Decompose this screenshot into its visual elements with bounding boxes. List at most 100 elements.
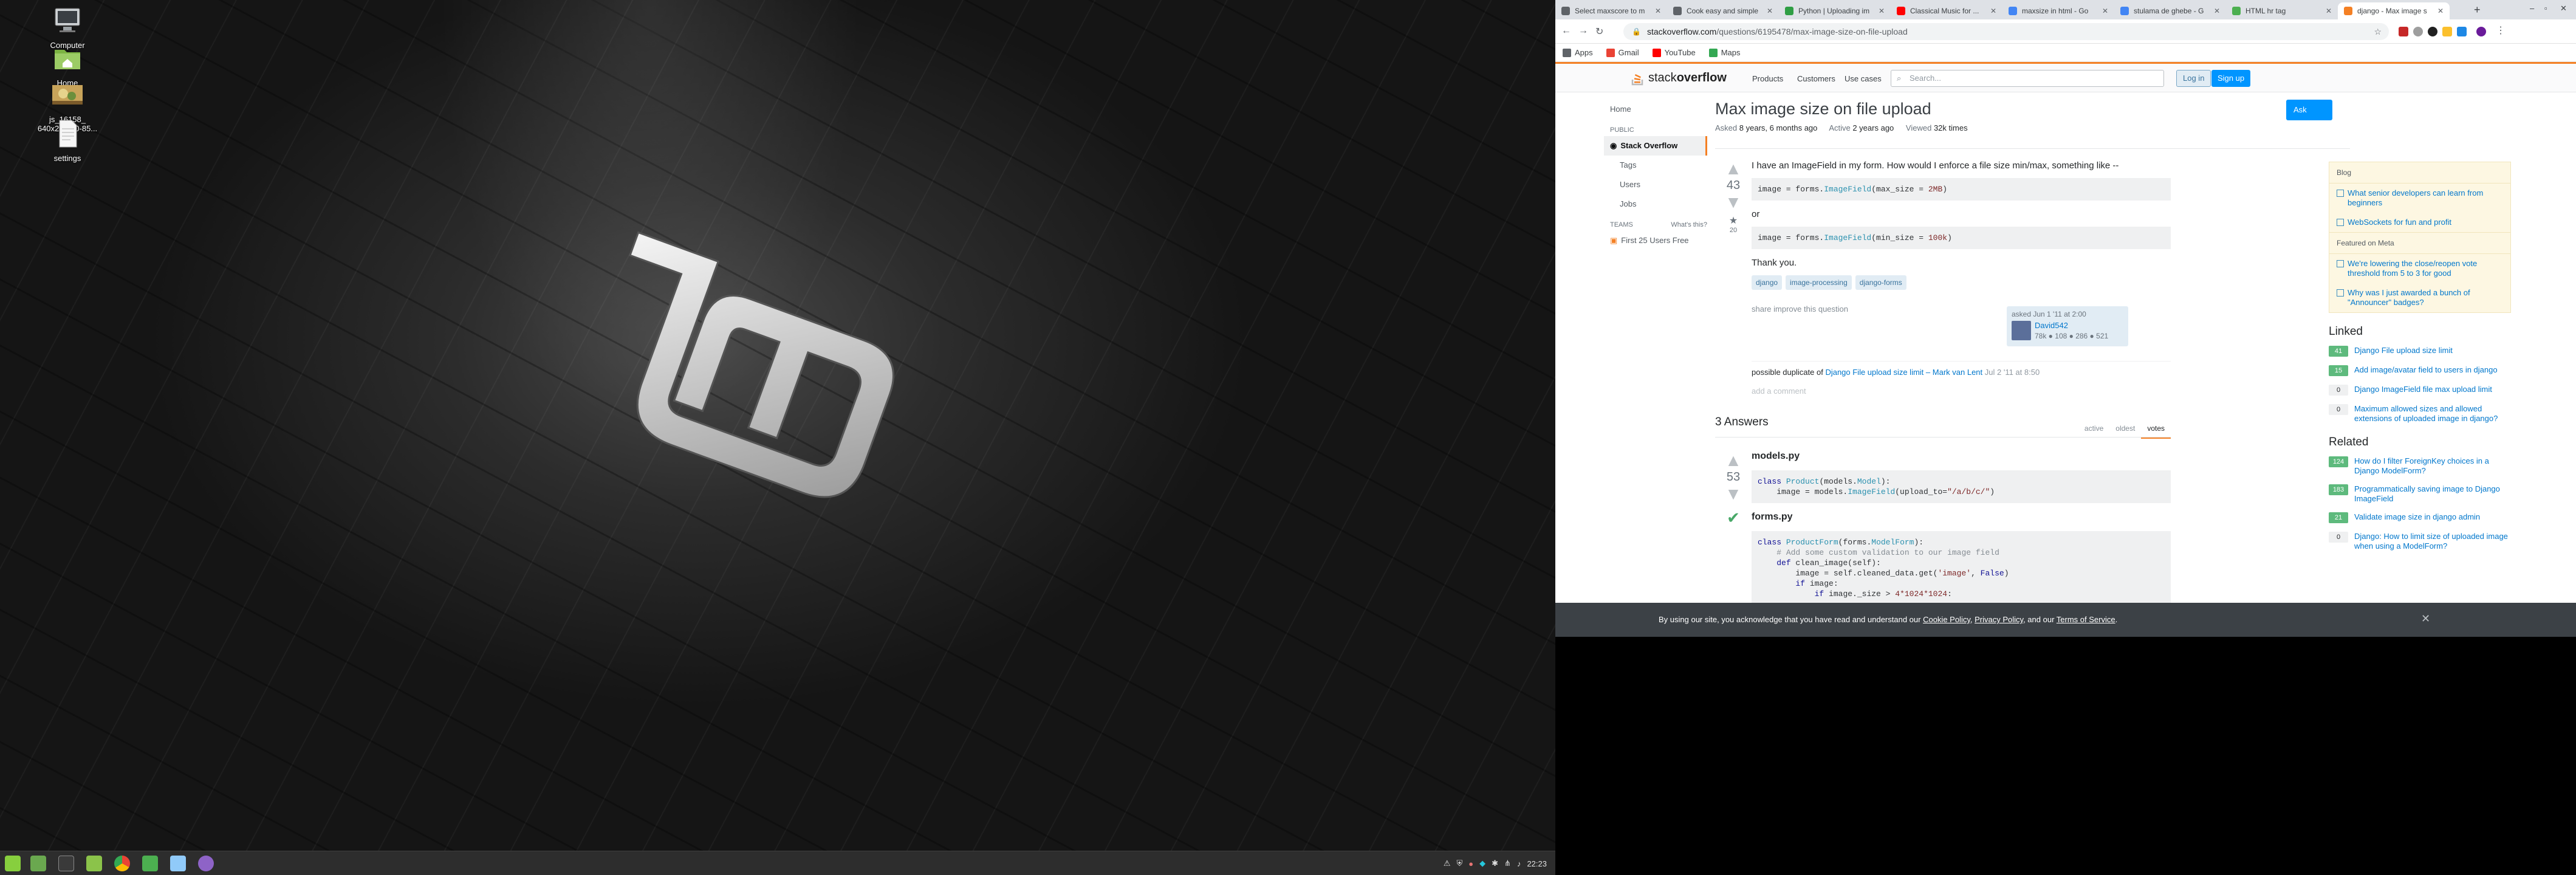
linked-item[interactable]: 0 Maximum allowed sizes and allowed exten… — [2329, 404, 2511, 424]
tab-close-icon[interactable]: ✕ — [1655, 7, 1661, 15]
tab-close-icon[interactable]: ✕ — [2326, 7, 2332, 15]
app-icon[interactable] — [142, 856, 158, 871]
linked-link[interactable]: Add image/avatar field to users in djang… — [2354, 365, 2498, 376]
related-item[interactable]: 183 Programmatically saving image to Djan… — [2329, 484, 2511, 504]
extension-icon[interactable] — [2428, 27, 2437, 36]
related-item[interactable]: 0 Django: How to limit size of uploaded i… — [2329, 532, 2511, 551]
blog-item[interactable]: WebSockets for fun and profit — [2329, 213, 2510, 232]
forward-icon[interactable]: → — [1578, 26, 1588, 36]
maximize-icon[interactable]: ▫ — [2544, 4, 2547, 13]
linked-item[interactable]: 0 Django ImageField file max upload limit — [2329, 385, 2511, 396]
sort-tab-oldest[interactable]: oldest — [2109, 419, 2141, 439]
extension-icon[interactable] — [2457, 27, 2467, 36]
related-link[interactable]: Programmatically saving image to Django … — [2354, 484, 2511, 504]
github-icon[interactable] — [198, 856, 214, 871]
shield-icon[interactable]: ⛨ — [1457, 859, 1463, 868]
app-indicator-icon[interactable]: ● — [1468, 859, 1473, 868]
sort-tab-votes[interactable]: votes — [2141, 419, 2171, 439]
browser-tab[interactable]: Classical Music for ... ✕ — [1891, 2, 2002, 19]
browser-tab[interactable]: maxsize in html - Go ✕ — [2002, 2, 2114, 19]
upvote-icon[interactable]: ▲ — [1721, 452, 1745, 469]
search-input[interactable]: ⌕ Search... — [1891, 70, 2164, 87]
close-icon[interactable]: ✕ — [2421, 612, 2430, 625]
related-item[interactable]: 21 Validate image size in django admin — [2329, 512, 2511, 523]
browser-tab[interactable]: stulama de ghebe - G ✕ — [2114, 2, 2226, 19]
privacy-policy-link[interactable]: Privacy Policy — [1975, 615, 2023, 624]
minimize-icon[interactable]: – — [2530, 4, 2534, 13]
bluetooth-icon[interactable]: ✱ — [1492, 859, 1498, 868]
menu-kebab-icon[interactable]: ⋮ — [2496, 24, 2506, 36]
browser-tab[interactable]: Cook easy and simple ✕ — [1667, 2, 1779, 19]
tab-close-icon[interactable]: ✕ — [2102, 7, 2108, 15]
bookmark-youtube[interactable]: YouTube — [1652, 48, 1696, 57]
terminal-icon[interactable] — [58, 856, 74, 871]
nav-home[interactable]: Home — [1604, 100, 1707, 119]
tab-close-icon[interactable]: ✕ — [2214, 7, 2220, 15]
upvote-icon[interactable]: ▲ — [1721, 160, 1745, 177]
meta-item[interactable]: Why was I just awarded a bunch of "Annou… — [2329, 283, 2510, 312]
linked-item[interactable]: 15 Add image/avatar field to users in dja… — [2329, 365, 2511, 376]
meta-value[interactable]: 2 years ago — [1852, 123, 1894, 132]
ask-question-button[interactable]: Ask Question — [2286, 100, 2333, 135]
browser-tab-active[interactable]: django - Max image s ✕ — [2338, 2, 2450, 19]
new-tab-icon[interactable]: + — [2474, 4, 2481, 16]
tag[interactable]: django — [1752, 275, 1783, 290]
terms-link[interactable]: Terms of Service — [2057, 615, 2115, 624]
clock[interactable]: 22:23 — [1527, 859, 1547, 868]
signup-button[interactable]: Sign up — [2211, 70, 2251, 87]
nav-products[interactable]: Products — [1752, 74, 1783, 83]
related-link[interactable]: Django: How to limit size of uploaded im… — [2354, 532, 2511, 551]
nav-use-cases[interactable]: Use cases — [1845, 74, 1882, 83]
user-name[interactable]: David542 — [2035, 321, 2068, 330]
nav-first-25-free[interactable]: ▣ First 25 Users Free — [1604, 231, 1707, 250]
extension-icon[interactable] — [2399, 27, 2408, 36]
comment-link[interactable]: Django File upload size limit — [1825, 368, 1923, 377]
related-link[interactable]: How do I filter ForeignKey choices in a … — [2354, 456, 2511, 476]
sort-tab-active[interactable]: active — [2078, 419, 2109, 439]
bookmark-gmail[interactable]: Gmail — [1606, 48, 1639, 57]
window-icon[interactable] — [170, 856, 186, 871]
address-bar[interactable]: 🔒 stackoverflow.com/questions/6195478/ma… — [1623, 23, 2389, 40]
whats-this-link[interactable]: What's this? — [1671, 219, 1707, 231]
bookmark-star-icon[interactable]: ☆ — [2374, 27, 2382, 37]
related-item[interactable]: 124 How do I filter ForeignKey choices in… — [2329, 456, 2511, 476]
so-logo[interactable]: stackoverflow — [1631, 70, 1727, 86]
bookmark-apps[interactable]: Apps — [1563, 48, 1593, 57]
login-button[interactable]: Log in — [2176, 70, 2211, 87]
linked-link[interactable]: Maximum allowed sizes and allowed extens… — [2354, 404, 2511, 424]
volume-icon[interactable]: ♪ — [1517, 859, 1521, 868]
close-window-icon[interactable]: ✕ — [2560, 4, 2567, 13]
files-icon[interactable] — [86, 856, 102, 871]
desktop-icon-settings[interactable]: settings — [34, 119, 101, 163]
nav-jobs[interactable]: Jobs — [1604, 194, 1707, 214]
network-tree-icon[interactable]: ⋔ — [1504, 859, 1511, 868]
network-icon[interactable]: ◆ — [1479, 859, 1485, 868]
meta-item[interactable]: We're lowering the close/reopen vote thr… — [2329, 254, 2510, 283]
nav-users[interactable]: Users — [1604, 175, 1707, 194]
bookmark-maps[interactable]: Maps — [1708, 48, 1740, 57]
favorite-star-icon[interactable]: ★ — [1721, 214, 1745, 227]
downvote-icon[interactable]: ▼ — [1721, 486, 1745, 503]
tab-close-icon[interactable]: ✕ — [1990, 7, 1996, 15]
avatar[interactable] — [2012, 321, 2031, 340]
comment-author[interactable]: – Mark van Lent — [1926, 368, 1982, 377]
tag[interactable]: image-processing — [1786, 275, 1852, 290]
nav-stack-overflow[interactable]: ◉ Stack Overflow — [1604, 136, 1707, 156]
chrome-icon[interactable] — [114, 856, 130, 871]
improve-link[interactable]: improve this question — [1773, 304, 1848, 314]
profile-avatar-icon[interactable] — [2476, 27, 2486, 36]
extension-icon[interactable] — [2442, 27, 2452, 36]
show-desktop-icon[interactable] — [30, 856, 46, 871]
nav-customers[interactable]: Customers — [1797, 74, 1835, 83]
tab-close-icon[interactable]: ✕ — [1767, 7, 1773, 15]
downvote-icon[interactable]: ▼ — [1721, 194, 1745, 211]
share-link[interactable]: share — [1752, 304, 1772, 314]
nav-tags[interactable]: Tags — [1604, 156, 1707, 175]
linked-link[interactable]: Django ImageField file max upload limit — [2354, 385, 2492, 396]
browser-tab[interactable]: Select maxscore to m ✕ — [1555, 2, 1667, 19]
tab-close-icon[interactable]: ✕ — [1879, 7, 1885, 15]
warning-icon[interactable]: ⚠ — [1444, 859, 1451, 868]
browser-tab[interactable]: HTML hr tag ✕ — [2226, 2, 2338, 19]
related-link[interactable]: Validate image size in django admin — [2354, 512, 2480, 523]
blog-item[interactable]: What senior developers can learn from be… — [2329, 184, 2510, 213]
